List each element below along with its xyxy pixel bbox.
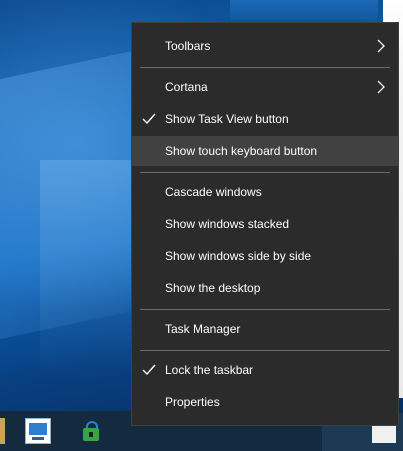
checkmark-icon <box>142 364 156 376</box>
menu-separator <box>140 350 390 351</box>
menu-item-show-task-view[interactable]: Show Task View button <box>132 104 398 134</box>
lock-icon[interactable] <box>77 418 103 444</box>
menu-item-label: Cascade windows <box>165 185 262 199</box>
menu-item-show-touch-keyboard[interactable]: Show touch keyboard button <box>132 136 398 166</box>
menu-item-label: Show windows stacked <box>165 217 290 231</box>
menu-item-label: Properties <box>165 395 220 409</box>
menu-separator <box>140 172 390 173</box>
computer-icon[interactable] <box>25 418 51 444</box>
menu-item-show-the-desktop[interactable]: Show the desktop <box>132 273 398 303</box>
chevron-right-icon <box>377 39 385 53</box>
menu-item-properties[interactable]: Properties <box>132 387 398 417</box>
menu-item-label: Show the desktop <box>165 281 261 295</box>
taskbar-context-menu: Toolbars Cortana Show Task View button S… <box>131 22 399 426</box>
menu-item-lock-the-taskbar[interactable]: Lock the taskbar <box>132 355 398 385</box>
menu-separator <box>140 309 390 310</box>
menu-separator <box>140 67 390 68</box>
menu-item-label: Lock the taskbar <box>165 363 254 377</box>
menu-item-cascade-windows[interactable]: Cascade windows <box>132 177 398 207</box>
menu-item-cortana[interactable]: Cortana <box>132 72 398 102</box>
menu-item-label: Show touch keyboard button <box>165 144 318 158</box>
checkmark-icon <box>142 113 156 125</box>
menu-item-label: Toolbars <box>165 39 211 53</box>
menu-item-toolbars[interactable]: Toolbars <box>132 31 398 61</box>
chevron-right-icon <box>377 80 385 94</box>
menu-item-label: Show windows side by side <box>165 249 312 263</box>
menu-item-label: Show Task View button <box>165 112 289 126</box>
lock-keyhole <box>89 432 93 437</box>
taskbar-app-icon-partial[interactable] <box>0 418 5 444</box>
background-window-titlebar <box>230 0 378 20</box>
menu-item-label: Task Manager <box>165 322 241 336</box>
menu-item-label: Cortana <box>165 80 208 94</box>
menu-item-show-windows-side-by-side[interactable]: Show windows side by side <box>132 241 398 271</box>
menu-item-task-manager[interactable]: Task Manager <box>132 314 398 344</box>
menu-item-show-windows-stacked[interactable]: Show windows stacked <box>132 209 398 239</box>
